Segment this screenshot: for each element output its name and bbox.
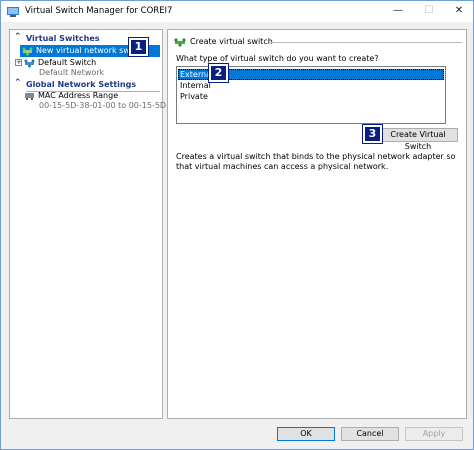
network-switch-new-icon	[174, 38, 186, 47]
section-label: Global Network Settings	[26, 80, 137, 89]
apply-button: Apply	[405, 427, 463, 441]
create-virtual-switch-header: Create virtual switch	[174, 36, 462, 48]
switch-type-question: What type of virtual switch do you want …	[176, 54, 379, 63]
tree-item-subtitle: 00-15-5D-38-01-00 to 00-15-5D-3...	[39, 101, 182, 110]
tree-item-label: MAC Address Range	[38, 91, 119, 100]
close-button[interactable]: ✕	[444, 1, 474, 22]
minimize-button[interactable]: —	[383, 1, 413, 22]
network-switch-new-icon	[22, 47, 33, 56]
maximize-button: ☐	[424, 5, 434, 16]
callout-badge-1: 1	[128, 37, 149, 57]
collapse-chevron-icon[interactable]: ⌃	[14, 78, 22, 88]
tree-item-label: Default Switch	[38, 58, 97, 67]
collapse-chevron-icon[interactable]: ⌃	[14, 32, 22, 42]
virtual-switch-manager-window: Virtual Switch Manager for COREI7 — ☐ ✕ …	[0, 0, 474, 450]
navigation-tree[interactable]: ⌃ Virtual Switches New virtual network s…	[9, 29, 182, 419]
section-divider	[270, 42, 462, 43]
list-option-private[interactable]: Private	[178, 91, 444, 102]
ok-button[interactable]: OK	[277, 427, 335, 441]
callout-badge-2: 2	[208, 63, 229, 83]
section-title: Create virtual switch	[190, 37, 273, 46]
network-adapter-icon	[25, 93, 34, 100]
window-title: Virtual Switch Manager for COREI7	[25, 6, 173, 16]
tree-item-subtitle: Default Network	[39, 68, 105, 77]
network-switch-app-icon	[7, 7, 19, 17]
title-bar[interactable]: Virtual Switch Manager for COREI7 — ☐ ✕	[1, 1, 473, 22]
details-pane: Create virtual switch What type of virtu…	[167, 29, 467, 419]
expand-toggle[interactable]: +	[15, 59, 22, 66]
cancel-button[interactable]: Cancel	[341, 427, 399, 441]
create-virtual-switch-button[interactable]: Create Virtual Switch	[378, 128, 458, 151]
section-label: Virtual Switches	[26, 34, 100, 43]
network-switch-icon	[24, 59, 35, 68]
switch-type-description: Creates a virtual switch that binds to t…	[176, 152, 456, 171]
callout-badge-3: 3	[362, 124, 383, 144]
